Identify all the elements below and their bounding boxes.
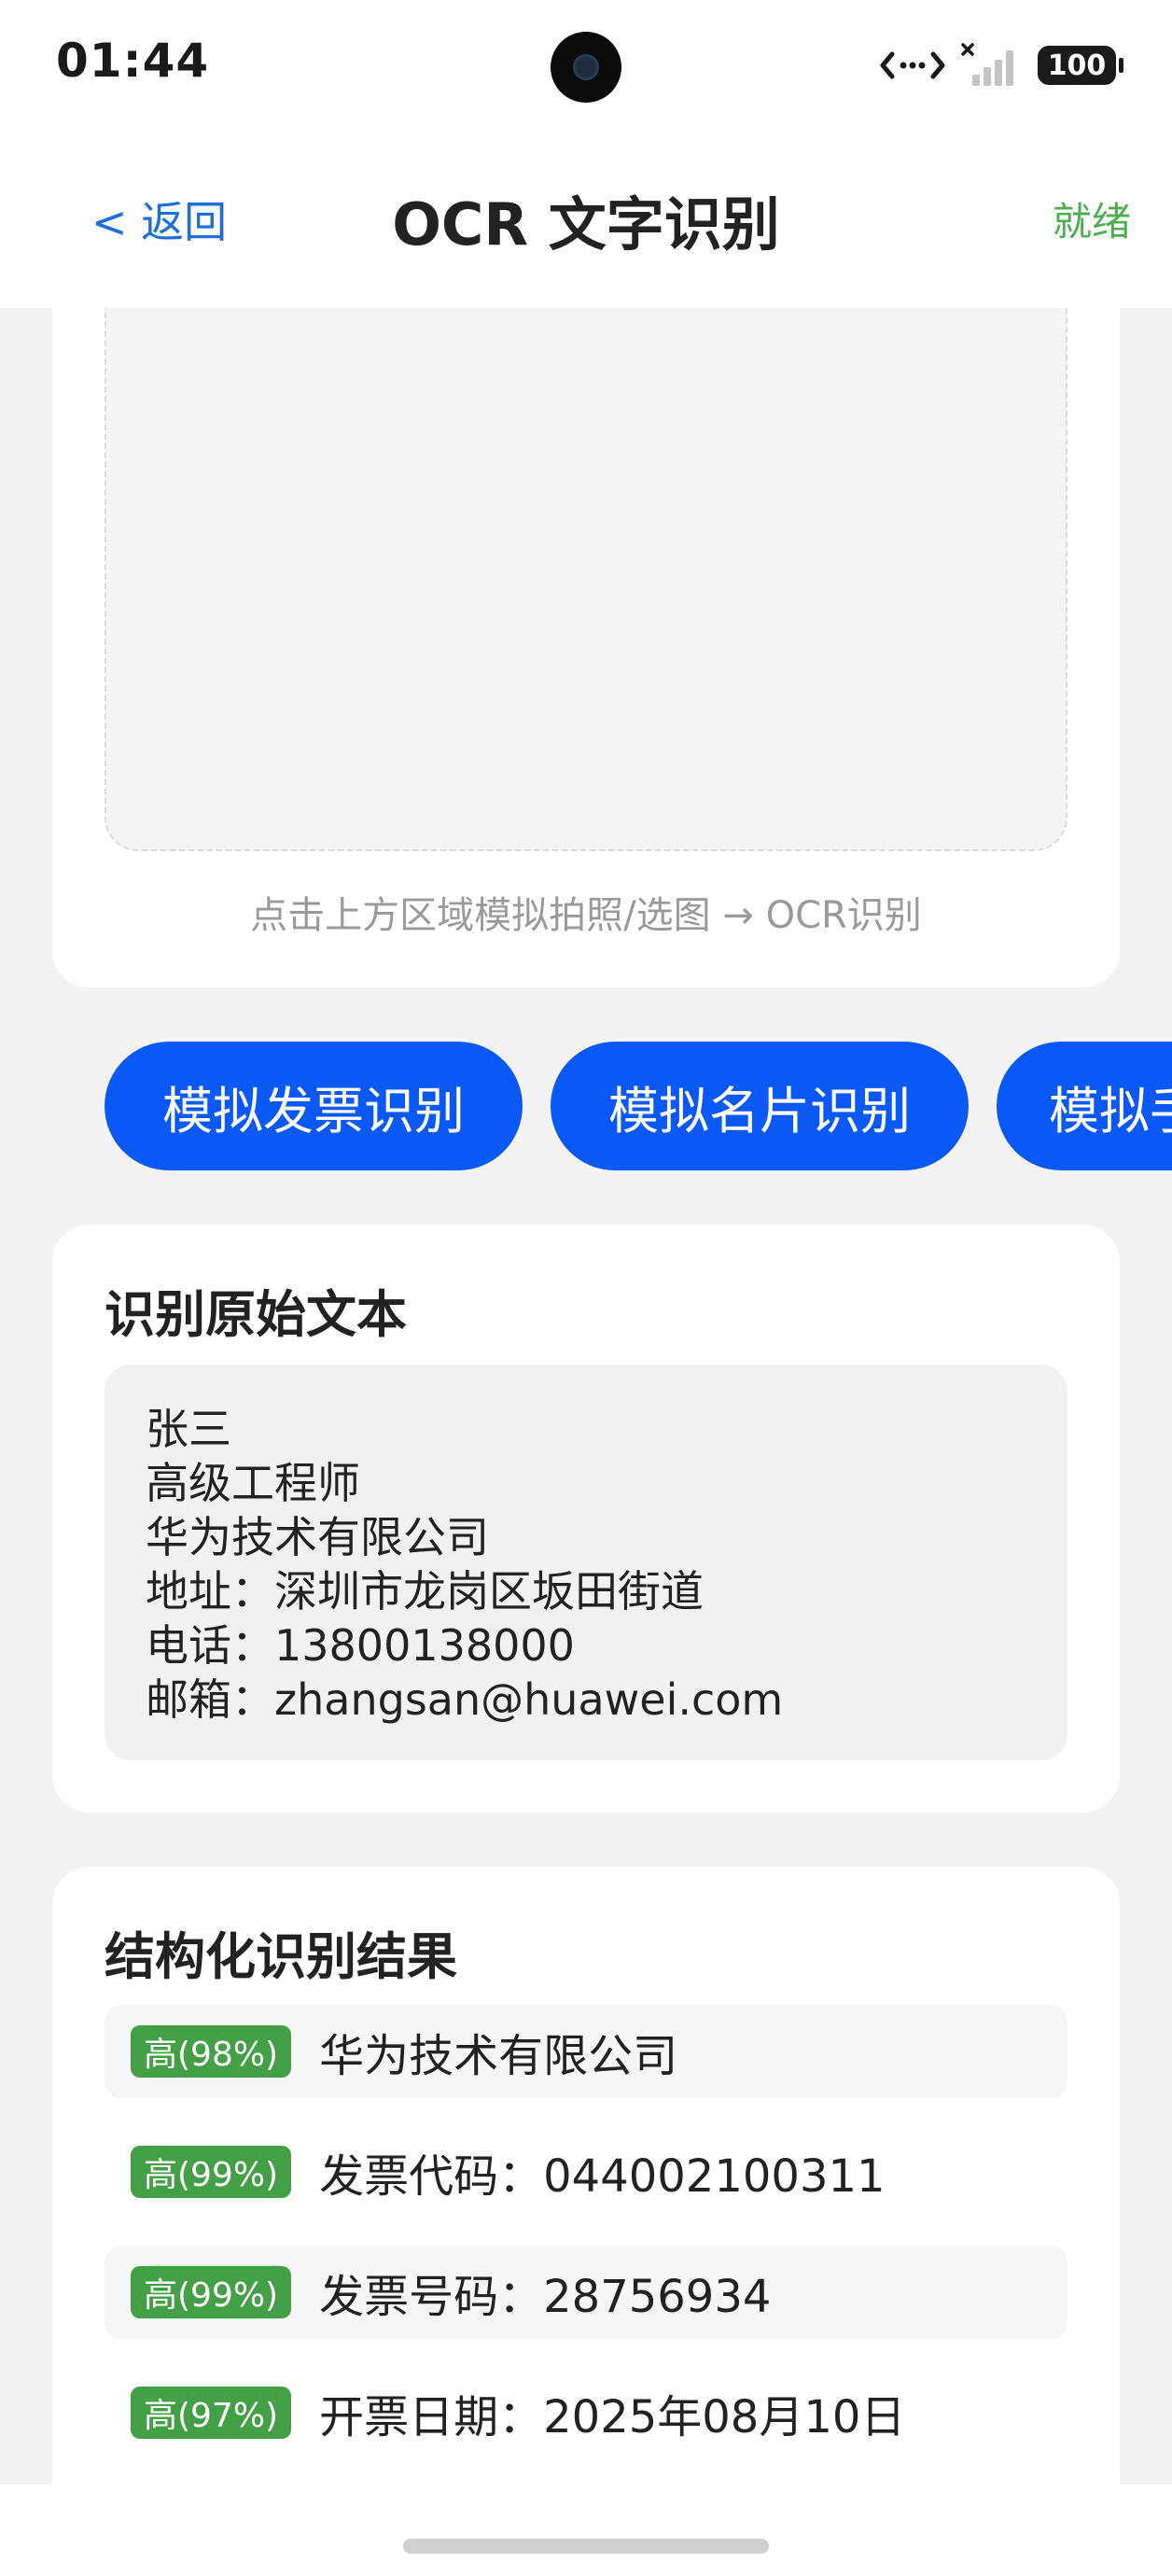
data-transfer-icon xyxy=(880,51,945,79)
confidence-badge: 高(99%) xyxy=(131,2266,292,2318)
confidence-badge: 高(98%) xyxy=(131,2025,292,2078)
raw-text-line: 高级工程师 xyxy=(146,1458,360,1508)
structured-results-title: 结构化识别结果 xyxy=(105,1927,457,1986)
status-icons: 100 xyxy=(879,41,1123,90)
raw-text-box: 张三 高级工程师 华为技术有限公司 地址：深圳市龙岗区坂田街道 电话：13800… xyxy=(105,1365,1067,1760)
confidence-badge: 高(97%) xyxy=(131,2387,292,2439)
result-row: 高(98%) 华为技术有限公司 xyxy=(105,2005,1067,2098)
raw-text-line: 电话：13800138000 xyxy=(146,1620,575,1671)
signal-icon xyxy=(961,43,1013,86)
simulate-card-button[interactable]: 模拟名片识别 xyxy=(551,1042,969,1170)
raw-text-line: 华为技术有限公司 xyxy=(146,1512,489,1562)
capture-hint: 点击上方区域模拟拍照/选图 → OCR识别 xyxy=(250,894,922,937)
ready-status: 就绪 xyxy=(1052,199,1131,245)
result-text: 华为技术有限公司 xyxy=(319,2030,678,2082)
action-button-row: 模拟发票识别 模拟名片识别 模拟手 xyxy=(105,1042,1172,1170)
structured-results-card: 结构化识别结果 高(98%) 华为技术有限公司 高(99%) 发票代码：0440… xyxy=(52,1867,1120,2576)
confidence-badge: 高(99%) xyxy=(131,2146,292,2198)
result-text: 开票日期：2025年08月10日 xyxy=(319,2391,906,2443)
status-bar: 01:44 100 xyxy=(0,0,1172,131)
raw-text-line: 邮箱：zhangsan@huawei.com xyxy=(146,1674,784,1725)
page-title: OCR 文字识别 xyxy=(392,190,780,259)
image-dropzone[interactable] xyxy=(105,308,1067,851)
result-row: 高(99%) 发票号码：28756934 xyxy=(105,2246,1067,2339)
simulate-invoice-button[interactable]: 模拟发票识别 xyxy=(105,1042,523,1170)
nav-bar: < 返回 OCR 文字识别 就绪 xyxy=(0,131,1172,308)
raw-text-title: 识别原始文本 xyxy=(105,1285,407,1344)
app-screen: 01:44 100 < 返回 OCR 文字识别 就绪 点击上方区域模拟拍照/选图… xyxy=(0,0,1172,2576)
result-row: 高(97%) 开票日期：2025年08月10日 xyxy=(105,2366,1067,2459)
image-capture-card: 点击上方区域模拟拍照/选图 → OCR识别 xyxy=(52,308,1120,987)
result-row: 高(99%) 发票代码：044002100311 xyxy=(105,2125,1067,2219)
raw-text-line: 张三 xyxy=(146,1404,231,1454)
raw-text-card: 识别原始文本 张三 高级工程师 华为技术有限公司 地址：深圳市龙岗区坂田街道 电… xyxy=(52,1225,1120,1813)
front-camera xyxy=(551,32,621,103)
simulate-third-button[interactable]: 模拟手 xyxy=(997,1042,1172,1170)
gesture-nav-area xyxy=(0,2485,1172,2576)
battery-icon: 100 xyxy=(1038,46,1123,85)
raw-text-line: 地址：深圳市龙岗区坂田街道 xyxy=(146,1566,704,1617)
result-text: 发票代码：044002100311 xyxy=(319,2150,886,2203)
result-text: 发票号码：28756934 xyxy=(319,2271,772,2323)
status-time: 01:44 xyxy=(56,34,210,88)
home-indicator[interactable] xyxy=(403,2539,769,2554)
